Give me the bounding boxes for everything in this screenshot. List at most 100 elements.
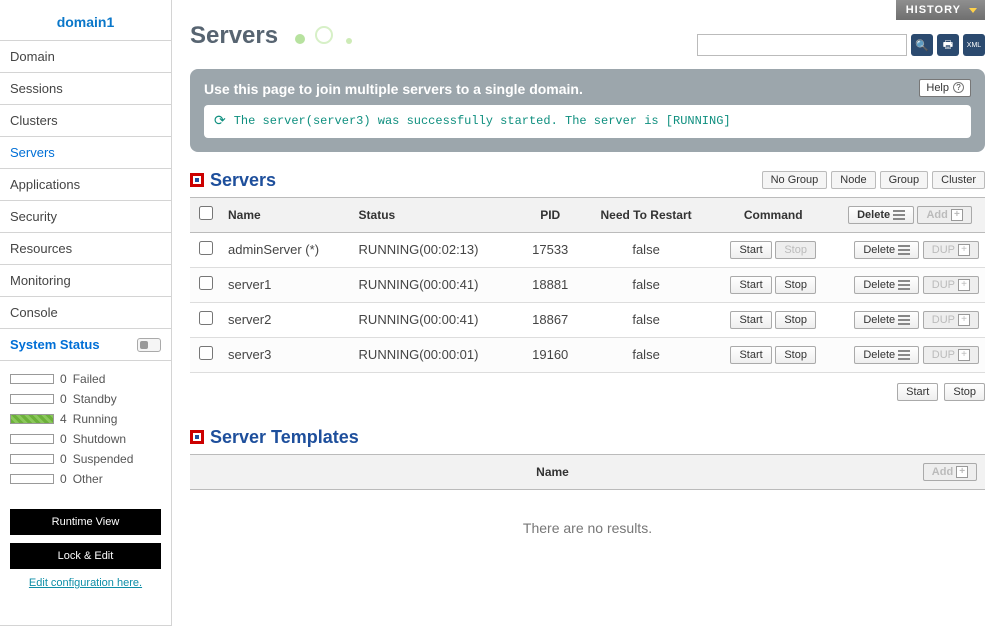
start-button[interactable]: Start — [730, 311, 771, 329]
page-title-text: Servers — [190, 22, 278, 49]
delete-button[interactable]: Delete — [854, 346, 919, 364]
select-all-checkbox[interactable] — [199, 206, 213, 220]
help-button[interactable]: Help ? — [919, 79, 971, 97]
col-command: Command — [711, 197, 835, 232]
sidebar-item-clusters[interactable]: Clusters — [0, 105, 171, 137]
status-bar — [10, 414, 54, 424]
cell-status: RUNNING(00:00:41) — [353, 267, 520, 302]
start-button[interactable]: Start — [730, 276, 771, 294]
status-row-running: 4Running — [10, 409, 161, 429]
table-row: adminServer (*)RUNNING(00:02:13)17533fal… — [190, 232, 985, 267]
header-add-button[interactable]: Add+ — [917, 206, 971, 224]
view-cluster[interactable]: Cluster — [932, 171, 985, 189]
view-mode-buttons: No GroupNode GroupCluster — [762, 171, 985, 189]
delete-button[interactable]: Delete — [854, 241, 919, 259]
start-button[interactable]: Start — [730, 241, 771, 259]
cell-pid: 18867 — [520, 302, 581, 337]
view-group[interactable]: Group — [880, 171, 929, 189]
cell-pid: 19160 — [520, 337, 581, 372]
cell-name: adminServer (*) — [222, 232, 353, 267]
status-count: 0 — [60, 372, 67, 386]
stack-icon — [898, 350, 910, 360]
view-node[interactable]: Node — [831, 171, 875, 189]
stack-icon — [898, 280, 910, 290]
stop-button[interactable]: Stop — [775, 276, 816, 294]
sidebar-item-sessions[interactable]: Sessions — [0, 73, 171, 105]
sidebar-item-monitoring[interactable]: Monitoring — [0, 265, 171, 297]
sidebar-title: domain1 — [0, 0, 171, 41]
main-content: HISTORY Servers 🔍 🖶 XML Use this page to… — [172, 0, 1003, 626]
xml-export-icon[interactable]: XML — [963, 34, 985, 56]
delete-button[interactable]: Delete — [854, 276, 919, 294]
footer-stop-button[interactable]: Stop — [944, 383, 985, 401]
col-restart: Need To Restart — [581, 197, 712, 232]
history-button[interactable]: HISTORY — [896, 0, 985, 20]
stop-button: Stop — [775, 241, 816, 259]
status-count: 0 — [60, 452, 67, 466]
system-status-toggle[interactable] — [137, 338, 161, 352]
plus-icon: + — [951, 209, 963, 221]
dup-button: DUP + — [923, 346, 979, 364]
title-decoration — [295, 23, 352, 51]
sidebar-item-domain[interactable]: Domain — [0, 41, 171, 73]
sidebar-item-console[interactable]: Console — [0, 297, 171, 329]
stop-button[interactable]: Stop — [775, 311, 816, 329]
status-label: Standby — [73, 392, 117, 406]
section-icon — [190, 430, 204, 444]
sidebar-item-applications[interactable]: Applications — [0, 169, 171, 201]
sidebar-item-resources[interactable]: Resources — [0, 233, 171, 265]
row-checkbox[interactable] — [199, 241, 213, 255]
status-row-other: 0Other — [10, 469, 161, 489]
cell-restart: false — [581, 232, 712, 267]
plus-icon: + — [958, 349, 970, 361]
cell-restart: false — [581, 267, 712, 302]
status-count: 0 — [60, 432, 67, 446]
runtime-view-button[interactable]: Runtime View — [10, 509, 161, 535]
view-no-group[interactable]: No Group — [762, 171, 828, 189]
stack-icon — [898, 315, 910, 325]
search-icon[interactable]: 🔍 — [911, 34, 933, 56]
table-row: server1RUNNING(00:00:41)18881falseStart … — [190, 267, 985, 302]
info-box: Use this page to join multiple servers t… — [190, 69, 985, 152]
system-status-list: 0Failed0Standby4Running0Shutdown0Suspend… — [0, 361, 171, 497]
footer-start-button[interactable]: Start — [897, 383, 938, 401]
print-icon[interactable]: 🖶 — [937, 34, 959, 56]
col-actions: Delete Add+ — [835, 197, 985, 232]
help-icon: ? — [953, 82, 964, 93]
row-checkbox[interactable] — [199, 276, 213, 290]
cell-pid: 17533 — [520, 232, 581, 267]
row-checkbox[interactable] — [199, 311, 213, 325]
lock-edit-button[interactable]: Lock & Edit — [10, 543, 161, 569]
plus-icon: + — [958, 314, 970, 326]
cell-status: RUNNING(00:00:41) — [353, 302, 520, 337]
header-delete-button[interactable]: Delete — [848, 206, 914, 224]
info-text: Use this page to join multiple servers t… — [204, 81, 971, 105]
search-input[interactable] — [697, 34, 907, 56]
status-count: 4 — [60, 412, 67, 426]
status-bar — [10, 434, 54, 444]
sidebar-item-security[interactable]: Security — [0, 201, 171, 233]
plus-icon: + — [958, 244, 970, 256]
status-label: Failed — [73, 372, 106, 386]
status-bar — [10, 374, 54, 384]
start-button[interactable]: Start — [730, 346, 771, 364]
help-label: Help — [926, 82, 949, 94]
status-row-standby: 0 Standby — [10, 389, 161, 409]
delete-button[interactable]: Delete — [854, 311, 919, 329]
sidebar-item-servers[interactable]: Servers — [0, 137, 171, 169]
row-checkbox[interactable] — [199, 346, 213, 360]
edit-config-link[interactable]: Edit configuration here. — [10, 577, 161, 601]
system-status-label: System Status — [10, 337, 100, 352]
table-row: server3RUNNING(00:00:01)19160falseStart … — [190, 337, 985, 372]
stop-button[interactable]: Stop — [775, 346, 816, 364]
status-label: Suspended — [73, 452, 134, 466]
tpl-col-name: Name — [190, 454, 915, 489]
servers-section-title: Servers — [190, 170, 276, 191]
cell-restart: false — [581, 337, 712, 372]
dup-button: DUP + — [923, 311, 979, 329]
status-message: ⟳ The server(server3) was successfully s… — [204, 105, 971, 138]
plus-icon: + — [956, 466, 968, 478]
status-count: 0 — [60, 392, 67, 406]
tpl-add-button[interactable]: Add+ — [923, 463, 977, 481]
col-status: Status — [353, 197, 520, 232]
